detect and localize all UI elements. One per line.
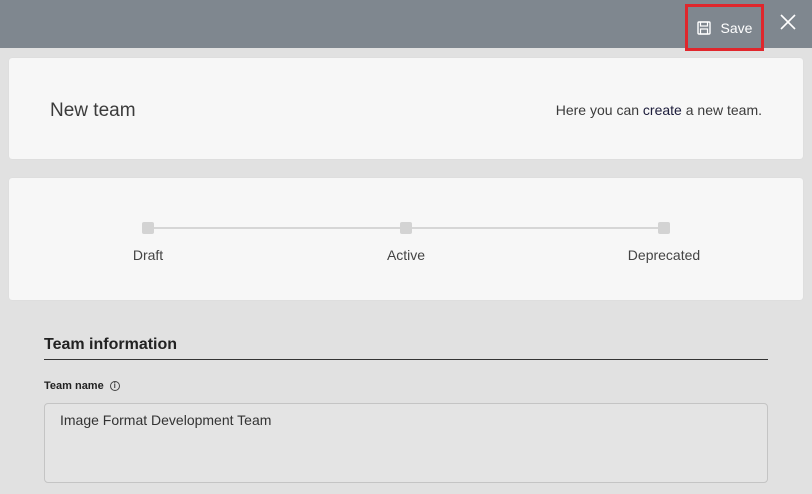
header-description-prefix: Here you can [555, 102, 643, 118]
team-information-section: Team information [44, 336, 768, 360]
page-title: New team [50, 100, 136, 121]
team-name-label-text: Team name [44, 380, 104, 392]
header-description-highlight: create [642, 102, 682, 118]
stage-label-deprecated: Deprecated [627, 247, 701, 263]
lifecycle-stages-card: Draft Active Deprecated [9, 178, 803, 300]
floppy-disk-icon [696, 20, 711, 35]
stage-dot-deprecated[interactable] [658, 222, 670, 234]
team-name-input[interactable]: Image Format Development Team [44, 403, 768, 483]
header-card: New team Here you can create a new team. [9, 58, 803, 159]
stage-label-active: Active [386, 247, 426, 263]
save-button-label: Save [720, 19, 753, 36]
top-toolbar: Save [0, 0, 812, 51]
header-description: Here you can create a new team. [556, 102, 762, 118]
stage-label-draft: Draft [132, 247, 164, 263]
info-icon[interactable]: i [109, 381, 120, 391]
save-button[interactable]: Save [685, 4, 764, 51]
stage-dot-draft[interactable] [142, 222, 154, 234]
stage-dot-active[interactable] [400, 222, 412, 234]
section-title: Team information [44, 336, 768, 360]
close-icon [780, 13, 796, 35]
close-button[interactable] [776, 12, 800, 36]
team-name-label: Team name i [44, 380, 120, 392]
header-description-suffix: a new team. [681, 102, 762, 118]
